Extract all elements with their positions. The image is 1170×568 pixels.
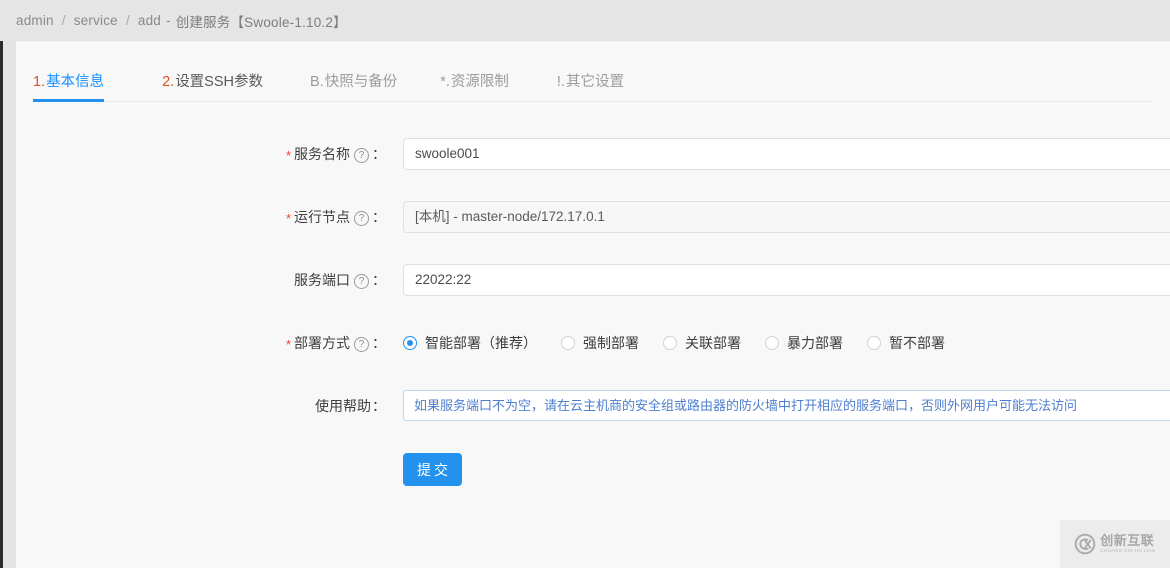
tab-snapshot-backup-label: 快照与备份 (324, 73, 398, 90)
service-port-input[interactable]: 22022:22 (403, 264, 1170, 296)
watermark-en: CHUANG XIN HU LIAN (1100, 548, 1156, 554)
help-icon[interactable]: ? (354, 337, 369, 352)
form-row-service-name: * 服务名称?： swoole001 (16, 138, 1170, 201)
radio-deploy-linked-label: 关联部署 (685, 335, 741, 351)
content-card: 1.基本信息 2.设置SSH参数 B.快照与备份 *.资源限制 !.其它设置 *… (16, 41, 1170, 568)
usage-help-note: 如果服务端口不为空，请在云主机商的安全组或路由器的防火墙中打开相应的服务端口，否… (403, 390, 1170, 421)
label-colon: ： (372, 398, 386, 414)
form-row-deploy-mode: * 部署方式?： 智能部署（推荐） 强制部署 关联部署 暴力部署 暂不部署 (16, 327, 1170, 390)
breadcrumb-bar: admin / service / add - 创建服务【Swoole-1.10… (0, 0, 1170, 41)
run-node-label: * 运行节点?： (16, 201, 386, 234)
tab-other-settings-label: 其它设置 (565, 73, 624, 90)
service-port-label: 服务端口?： (16, 264, 386, 296)
required-marker: * (285, 148, 291, 163)
radio-deploy-none[interactable]: 暂不部署 (867, 333, 945, 353)
tab-resource-limit[interactable]: *.资源限制 (440, 73, 509, 102)
tab-bar: 1.基本信息 2.设置SSH参数 B.快照与备份 *.资源限制 !.其它设置 (33, 60, 1153, 102)
required-marker: * (285, 337, 291, 352)
tab-ssh-params-label: 设置SSH参数 (175, 73, 264, 90)
run-node-label-text: 运行节点 (294, 209, 350, 225)
submit-button[interactable]: 提交 (403, 453, 462, 486)
radio-indicator (561, 336, 575, 350)
breadcrumb-item-admin[interactable]: admin (16, 13, 54, 28)
usage-help-label: 使用帮助： (16, 390, 386, 422)
app-window: admin / service / add - 创建服务【Swoole-1.10… (0, 0, 1170, 568)
tab-snapshot-backup-prefix: B. (310, 73, 324, 90)
help-icon[interactable]: ? (354, 274, 369, 289)
radio-deploy-none-label: 暂不部署 (889, 335, 945, 351)
breadcrumb-page-title: 创建服务【Swoole-1.10.2】 (175, 14, 347, 30)
tab-active-underline (33, 99, 105, 102)
help-icon[interactable]: ? (354, 148, 369, 163)
radio-deploy-force-label: 强制部署 (583, 335, 639, 351)
tab-basic-info[interactable]: 1.基本信息 (33, 73, 105, 102)
tab-ssh-params[interactable]: 2.设置SSH参数 (162, 73, 264, 102)
tab-resource-limit-prefix: *. (440, 73, 450, 90)
watermark-text: 创新互联 CHUANG XIN HU LIAN (1100, 534, 1155, 554)
radio-deploy-force[interactable]: 强制部署 (561, 333, 639, 353)
tab-resource-limit-label: 资源限制 (450, 73, 509, 90)
deploy-mode-label-text: 部署方式 (294, 335, 350, 351)
radio-indicator-checked (403, 336, 417, 350)
radio-deploy-forceful-label: 暴力部署 (787, 335, 843, 351)
tab-other-settings-prefix: !. (556, 73, 565, 90)
radio-indicator (765, 336, 779, 350)
tab-basic-info-label: 基本信息 (46, 73, 105, 90)
breadcrumb-separator: / (61, 13, 66, 28)
form-row-run-node: * 运行节点?： [本机] - master-node/172.17.0.1 (16, 201, 1170, 264)
create-service-form: * 服务名称?： swoole001 * 运行节点?： [本机] - master-… (16, 138, 1170, 513)
label-colon: ： (372, 272, 386, 288)
breadcrumb-item-add[interactable]: add (138, 13, 161, 28)
form-row-submit: 提交 (16, 453, 1170, 513)
breadcrumb-separator: / (125, 13, 130, 28)
tab-ssh-params-prefix: 2. (162, 73, 175, 90)
radio-deploy-forceful[interactable]: 暴力部署 (765, 333, 843, 353)
radio-deploy-smart-label: 智能部署（推荐） (425, 335, 537, 351)
tab-other-settings[interactable]: !.其它设置 (556, 73, 624, 102)
page-scrollbar-gutter[interactable] (0, 0, 16, 568)
breadcrumb-dash: - (165, 13, 171, 28)
run-node-select[interactable]: [本机] - master-node/172.17.0.1 (403, 201, 1170, 233)
form-row-service-port: 服务端口?： 22022:22 (16, 264, 1170, 327)
usage-help-label-text: 使用帮助 (315, 398, 371, 414)
radio-indicator (867, 336, 881, 350)
help-icon[interactable]: ? (354, 211, 369, 226)
breadcrumb-item-service[interactable]: service (74, 13, 118, 28)
service-name-input[interactable]: swoole001 (403, 138, 1170, 170)
tab-basic-info-prefix: 1. (33, 73, 46, 90)
radio-deploy-linked[interactable]: 关联部署 (663, 333, 741, 353)
required-marker: * (285, 211, 291, 226)
watermark: 创新互联 CHUANG XIN HU LIAN (1060, 520, 1170, 568)
label-colon: ： (372, 209, 386, 225)
service-name-label-text: 服务名称 (294, 146, 350, 162)
cx-circle-logo-icon (1074, 533, 1096, 555)
breadcrumb: admin / service / add - 创建服务【Swoole-1.10… (16, 0, 347, 41)
window-edge (0, 0, 3, 568)
form-row-usage-help: 使用帮助： 如果服务端口不为空，请在云主机商的安全组或路由器的防火墙中打开相应的… (16, 390, 1170, 453)
deploy-mode-radio-group: 智能部署（推荐） 强制部署 关联部署 暴力部署 暂不部署 (403, 327, 945, 359)
watermark-cn: 创新互联 (1100, 533, 1155, 549)
label-colon: ： (372, 335, 386, 351)
tab-snapshot-backup[interactable]: B.快照与备份 (310, 73, 398, 102)
radio-indicator (663, 336, 677, 350)
label-colon: ： (372, 146, 386, 162)
radio-deploy-smart[interactable]: 智能部署（推荐） (403, 333, 537, 353)
service-name-label: * 服务名称?： (16, 138, 386, 171)
deploy-mode-label: * 部署方式?： (16, 327, 386, 360)
service-port-label-text: 服务端口 (294, 272, 350, 288)
